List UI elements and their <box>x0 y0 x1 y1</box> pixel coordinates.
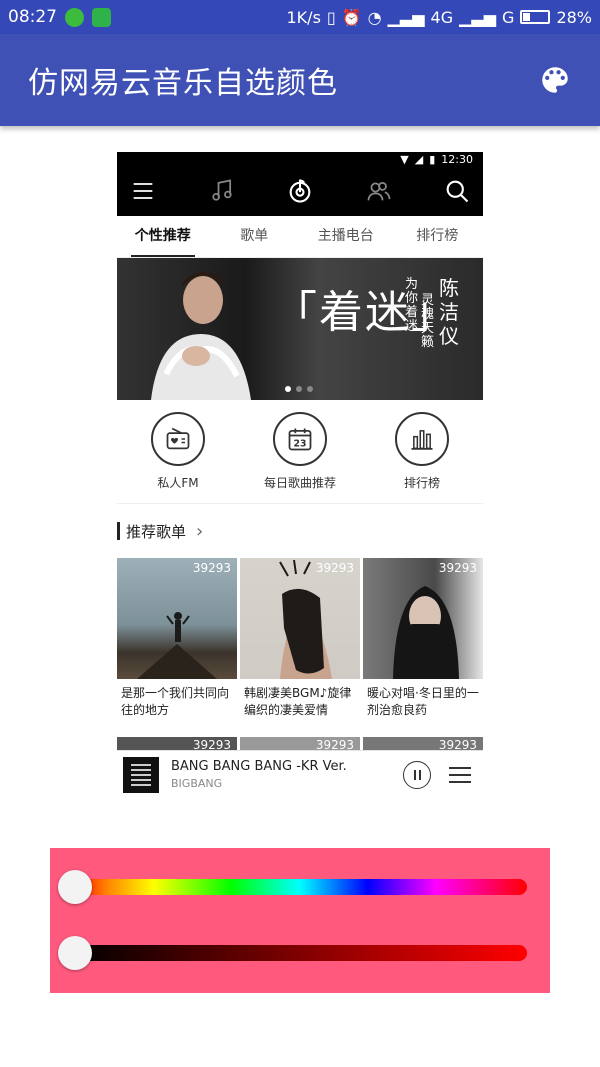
section-title: 推荐歌单 <box>126 522 187 541</box>
network-speed: 1K/s <box>286 7 321 27</box>
app-title: 仿网易云音乐自选颜色 <box>28 66 338 101</box>
signal-icon-2: ▁▃▅ <box>459 7 497 27</box>
playlist-cover-image: 39293 <box>363 558 483 679</box>
app-bar: 仿网易云音乐自选颜色 <box>0 34 600 126</box>
color-picker-panel <box>50 848 550 993</box>
preview-status-bar: ▼ ◢ ▮ 12:30 <box>117 152 483 166</box>
palette-icon[interactable] <box>538 63 572 97</box>
search-icon <box>446 180 469 203</box>
network-type: 4G <box>430 7 454 27</box>
entry-private-fm: 私人FM <box>128 412 228 491</box>
recommend-section-header: 推荐歌单 › <box>117 504 483 558</box>
shade-slider-track[interactable] <box>72 945 527 961</box>
netease-logo-icon <box>289 179 311 203</box>
entry-label: 排行榜 <box>403 476 440 490</box>
playlist-cover-image: 39293 <box>117 558 237 679</box>
radio-icon <box>166 427 190 450</box>
playlist-card: 39293 韩剧凄美BGM♪旋律编织的凄美爱情 <box>240 558 360 737</box>
status-bar: 08:27 1K/s ▯ ⏰ ◔ ▁▃▅ 4G ▁▃▅ G 28% <box>0 0 600 34</box>
friends-icon <box>367 181 390 201</box>
notification-app-icon <box>65 7 84 27</box>
preview-tab-2: 主播电台 <box>317 228 374 244</box>
entry-charts: 排行榜 <box>372 412 472 491</box>
preview-nav-bar <box>117 166 483 216</box>
banner-artist-name: 陈洁仪 <box>439 276 459 348</box>
preview-time: 12:30 <box>441 152 473 166</box>
entry-label: 每日歌曲推荐 <box>263 476 336 490</box>
notification-app-icon-2 <box>92 7 111 27</box>
alarm-icon: ⏰ <box>341 7 362 27</box>
theme-preview: ▼ ◢ ▮ 12:30 个性推荐 歌单 主播电台 排行榜 「着迷」 为你着迷 灵… <box>117 152 483 798</box>
music-note-icon <box>211 179 232 201</box>
album-art <box>123 756 159 793</box>
preview-tabs: 个性推荐 歌单 主播电台 排行榜 <box>117 216 483 258</box>
banner-small-text: 为你着迷 <box>405 277 419 334</box>
play-count: 39293 <box>315 561 354 575</box>
signal-icon: ▁▃▅ <box>387 7 425 27</box>
playlist-card: 39293 是那一个我们共同向往的地方 <box>117 558 237 737</box>
play-count: 39293 <box>192 561 231 575</box>
entry-label: 私人FM <box>157 476 199 490</box>
preview-tab-0: 个性推荐 <box>117 216 209 257</box>
svg-text:23: 23 <box>294 439 307 450</box>
playlist-caption: 韩剧凄美BGM♪旋律编织的凄美爱情 <box>244 686 352 717</box>
hue-slider-thumb[interactable] <box>58 870 92 904</box>
preview-wifi-icon: ▼ <box>400 152 409 166</box>
chevron-right-icon: › <box>196 520 204 542</box>
preview-banner: 「着迷」 为你着迷 灵魂天籁 陈洁仪 <box>117 258 483 400</box>
status-time: 08:27 <box>8 7 57 27</box>
calendar-icon: 23 <box>288 428 312 451</box>
banner-artist-image <box>151 272 251 400</box>
wifi-icon: ◔ <box>367 7 382 27</box>
entry-daily-songs: 23 每日歌曲推荐 <box>250 412 350 491</box>
playlist-icon <box>449 766 471 783</box>
preview-tab-3: 排行榜 <box>416 228 459 244</box>
chart-icon <box>411 430 433 450</box>
mini-player: BANG BANG BANG -KR Ver. BIGBANG <box>117 750 483 798</box>
hue-slider-track[interactable] <box>72 879 527 895</box>
banner-pager-dots <box>285 386 313 392</box>
menu-icon <box>133 183 153 199</box>
preview-battery-icon: ▮ <box>429 152 436 166</box>
app-screen: 08:27 1K/s ▯ ⏰ ◔ ▁▃▅ 4G ▁▃▅ G 28% 仿网易云音乐… <box>0 0 600 1067</box>
battery-icon <box>520 10 551 24</box>
player-song-title: BANG BANG BANG -KR Ver. <box>171 759 347 774</box>
player-artist: BIGBANG <box>171 777 223 790</box>
preview-entries: 私人FM 23 每日歌曲推荐 排行榜 <box>117 400 483 504</box>
banner-small-text-2: 灵魂天籁 <box>421 293 435 350</box>
preview-signal-icon: ◢ <box>414 152 424 166</box>
playlist-grid: 39293 是那一个我们共同向往的地方 39293 韩剧凄美BGM♪旋律编织的凄… <box>117 558 483 737</box>
battery-level: 28% <box>556 7 592 27</box>
playlist-card: 39293 暖心对唱·冬日里的一剂治愈良药 <box>363 558 483 737</box>
playlist-caption: 是那一个我们共同向往的地方 <box>121 686 230 717</box>
playlist-caption: 暖心对唱·冬日里的一剂治愈良药 <box>367 686 479 717</box>
playlist-cover-image: 39293 <box>240 558 360 679</box>
preview-tab-1: 歌单 <box>240 228 269 244</box>
vibrate-icon: ▯ <box>326 7 336 27</box>
shade-slider-thumb[interactable] <box>58 936 92 970</box>
pause-icon <box>403 760 431 789</box>
play-count: 39293 <box>438 561 477 575</box>
network-type-2: G <box>502 7 515 27</box>
